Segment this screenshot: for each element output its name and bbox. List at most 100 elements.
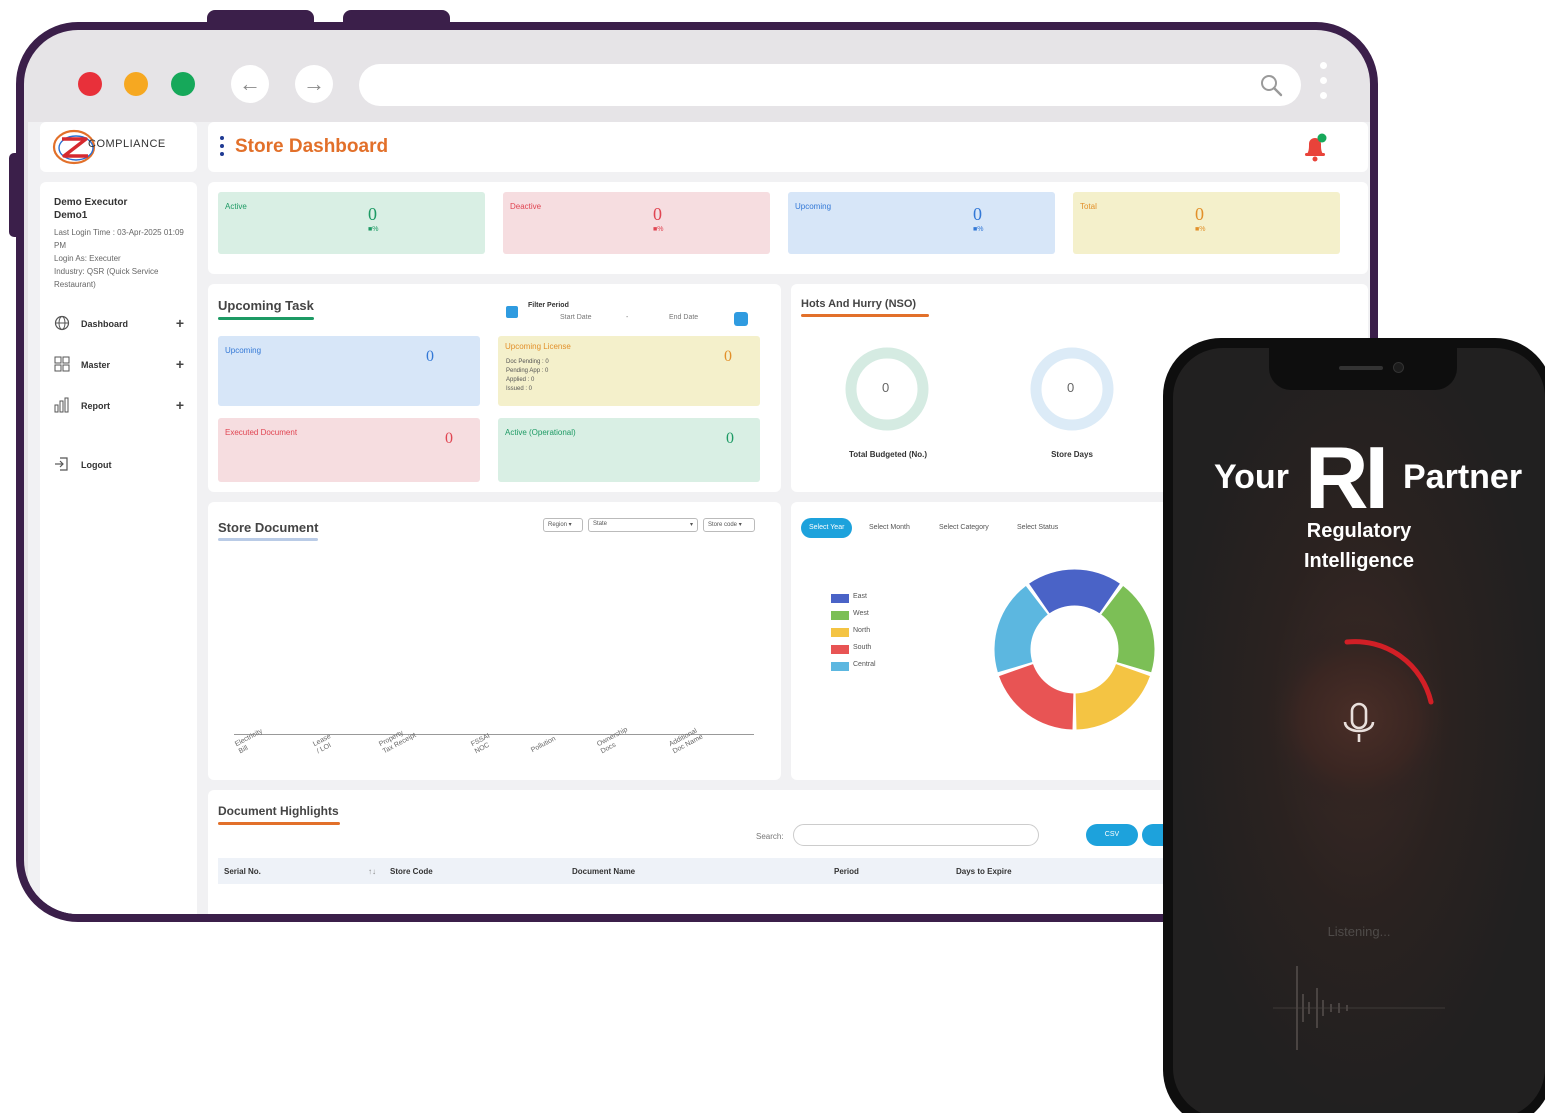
- expand-icon[interactable]: +: [176, 315, 184, 331]
- legend-item[interactable]: Central: [831, 660, 911, 672]
- grid-icon: [54, 356, 70, 372]
- mic-button[interactable]: [1259, 618, 1459, 818]
- x-tick-label: Electricity Bill: [234, 727, 264, 756]
- close-window-button[interactable]: [78, 72, 102, 96]
- title-underline: [801, 314, 929, 317]
- task-card-active-operational[interactable]: Active (Operational) 0: [498, 418, 760, 482]
- brand-logo[interactable]: COMPLIANCE: [40, 122, 197, 172]
- legend-item[interactable]: North: [831, 626, 911, 638]
- legend-label: East: [853, 593, 868, 600]
- legend-item[interactable]: East: [831, 592, 911, 604]
- state-select[interactable]: State ▾: [588, 518, 698, 532]
- donut-slice-east[interactable]: [1029, 569, 1120, 614]
- legend-item[interactable]: South: [831, 643, 911, 655]
- page-title: Store Dashboard: [235, 136, 389, 157]
- page-header: Store Dashboard: [208, 122, 1368, 172]
- filter-checkbox[interactable]: [506, 306, 518, 318]
- search-icon[interactable]: [1259, 73, 1283, 97]
- stat-card-active[interactable]: Active 0 ■%: [218, 192, 485, 254]
- menu-toggle-icon[interactable]: [220, 136, 224, 156]
- x-tick-label: Pollution: [530, 735, 558, 755]
- browser-menu-icon[interactable]: [1318, 62, 1328, 106]
- chart-axis: [234, 734, 754, 735]
- store-code-select[interactable]: Store code ▾: [703, 518, 755, 532]
- x-tick-label: Property Tax Receipt: [378, 729, 418, 756]
- sort-icon[interactable]: ↑↓: [368, 867, 376, 876]
- title-underline: [218, 538, 318, 541]
- sidebar-item-logout[interactable]: Logout: [54, 455, 184, 477]
- stat-card-upcoming[interactable]: Upcoming 0 ■%: [788, 192, 1055, 254]
- legend-item[interactable]: West: [831, 609, 911, 621]
- task-card-upcoming[interactable]: Upcoming 0: [218, 336, 480, 406]
- arrow-left-icon: ←: [239, 71, 261, 96]
- bell-icon[interactable]: [1302, 132, 1328, 162]
- tab-select-status[interactable]: Select Status: [1009, 518, 1066, 538]
- sidebar-item-report[interactable]: Report +: [54, 396, 184, 418]
- region-select[interactable]: Region ▾: [543, 518, 583, 532]
- user-meta: Last Login Time : 03-Apr-2025 01:09 PM L…: [54, 226, 184, 291]
- x-tick-label: FSSAI NOC: [470, 732, 492, 756]
- legend-swatch: [831, 662, 849, 671]
- phone-notch: [1269, 348, 1457, 390]
- front-camera: [1393, 362, 1404, 373]
- title-underline: [218, 317, 314, 320]
- legend-swatch: [831, 628, 849, 637]
- minimize-window-button[interactable]: [124, 72, 148, 96]
- audio-waveform: [1273, 966, 1445, 1050]
- ring-label: Total Budgeted (No.): [848, 450, 928, 459]
- forward-button[interactable]: →: [295, 65, 333, 103]
- store-document-panel: Store Document Region ▾ State ▾ Store cod…: [208, 502, 781, 780]
- arrow-right-icon: →: [303, 71, 325, 96]
- csv-button[interactable]: CSV: [1086, 824, 1138, 846]
- sidebar-item-dashboard[interactable]: Dashboard +: [54, 314, 184, 336]
- ring-label: Store Days: [1051, 450, 1093, 459]
- legend-swatch: [831, 645, 849, 654]
- calendar-button[interactable]: [734, 312, 748, 326]
- tab-select-year[interactable]: Select Year: [801, 518, 853, 538]
- panel-title: Hots And Hurry (NSO): [801, 298, 917, 310]
- tab-select-category[interactable]: Select Category: [931, 518, 997, 538]
- end-date-input[interactable]: End Date: [669, 314, 698, 321]
- logout-icon: [55, 457, 68, 471]
- search-input[interactable]: [793, 824, 1039, 846]
- maximize-window-button[interactable]: [171, 72, 195, 96]
- legend-label: North: [853, 627, 871, 634]
- expand-icon[interactable]: +: [176, 397, 184, 413]
- stage: ← → COMPLIANCE Demo Executor Demo1 Last …: [0, 0, 1545, 1113]
- column-header[interactable]: Serial No.: [224, 867, 261, 876]
- column-header[interactable]: Document Name: [572, 867, 635, 876]
- listening-status: Listening...: [1327, 924, 1391, 939]
- user-industry: Industry: QSR (Quick Service Restaurant): [54, 267, 159, 289]
- tagline-subtitle: Regulatory Intelligence: [1303, 520, 1415, 572]
- start-date-input[interactable]: Start Date: [560, 314, 592, 321]
- stat-card-total[interactable]: Total 0 ■%: [1073, 192, 1340, 254]
- upcoming-task-panel: Upcoming Task Filter Period Start Date -…: [208, 284, 781, 492]
- stat-cards: Active 0 ■% Deactive 0 ■% Upcoming 0 ■% …: [208, 182, 1368, 274]
- tagline-your: Your: [1214, 458, 1289, 496]
- panel-title: Store Document: [218, 520, 319, 535]
- stat-card-deactive[interactable]: Deactive 0 ■%: [503, 192, 770, 254]
- task-card-upcoming-license[interactable]: Upcoming License Doc Pending : 0 Pending…: [498, 336, 760, 406]
- column-header[interactable]: Period: [834, 867, 859, 876]
- speaker-grille: [1339, 366, 1383, 370]
- browser-toolbar: ← →: [24, 30, 1370, 122]
- sidebar-item-master[interactable]: Master +: [54, 355, 184, 377]
- tab-select-month[interactable]: Select Month: [861, 518, 918, 538]
- license-status-list: Doc Pending : 0 Pending App : 0 Applied …: [506, 359, 549, 392]
- x-tick-label: Additional Doc Name: [668, 727, 705, 756]
- legend-label: West: [853, 610, 869, 617]
- panel-title: Document Highlights: [218, 804, 339, 818]
- back-button[interactable]: ←: [231, 65, 269, 103]
- expand-icon[interactable]: +: [176, 356, 184, 372]
- legend-swatch: [831, 611, 849, 620]
- donut-chart: [994, 569, 1155, 730]
- address-bar[interactable]: [359, 64, 1301, 106]
- column-header[interactable]: Days to Expire: [956, 867, 1012, 876]
- task-card-executed[interactable]: Executed Document 0: [218, 418, 480, 482]
- x-tick-label: Lease / LOI: [312, 733, 333, 756]
- donut-slice-south[interactable]: [999, 664, 1074, 730]
- donut-slice-north[interactable]: [1075, 664, 1150, 730]
- ring-value: 0: [1067, 380, 1075, 395]
- user-name: Demo Executor Demo1: [54, 197, 128, 221]
- column-header[interactable]: Store Code: [390, 867, 433, 876]
